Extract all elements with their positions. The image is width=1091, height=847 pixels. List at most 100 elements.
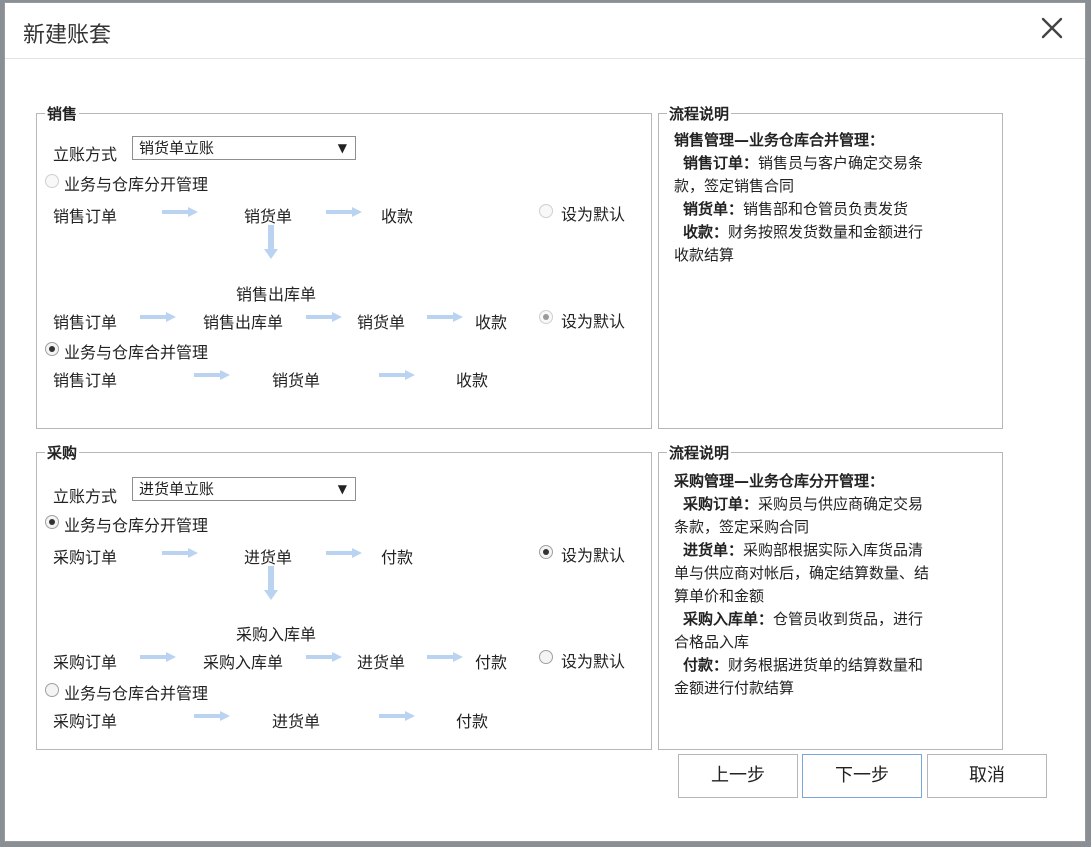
- sales-default-radio-2[interactable]: [539, 310, 553, 324]
- sales-note-text: 销售管理—业务仓库合并管理： 销售订单：销售员与客户确定交易条 款，签定销售合同…: [674, 129, 992, 267]
- note-desc: 算单价和金额: [674, 587, 765, 605]
- set-default-label: 设为默认: [561, 205, 626, 224]
- flow-step: 销售订单: [53, 371, 118, 390]
- note-line: 进货单：采购部根据实际入库货品清: [674, 539, 994, 562]
- note-desc: 财务按照发货数量和金额进行: [728, 223, 924, 241]
- note-desc: 金额进行付款结算: [674, 679, 795, 697]
- purchase-method-select[interactable]: 进货单立账 ▼: [132, 477, 356, 501]
- note-desc: 单与供应商对帐后，确定结算数量、结: [674, 564, 930, 582]
- sales-note-legend: 流程说明: [669, 105, 730, 123]
- flow-step: 付款: [381, 548, 414, 567]
- flow-step: 进货单: [357, 653, 406, 672]
- prev-step-button[interactable]: 上一步: [678, 754, 798, 798]
- note-line: 采购订单：采购员与供应商确定交易: [674, 493, 994, 516]
- flow-arrow-icon: [140, 312, 176, 322]
- purchase-merged-label: 业务与仓库合并管理: [64, 684, 209, 703]
- sales-legend: 销售: [47, 105, 78, 123]
- purchase-method-value: 进货单立账: [139, 480, 215, 498]
- note-term: 采购订单：: [683, 495, 759, 513]
- note-line: 收款结算: [674, 244, 992, 267]
- note-heading: 销售管理—业务仓库合并管理：: [674, 131, 885, 149]
- flow-step: 进货单: [272, 712, 321, 731]
- purchase-default-radio-1[interactable]: [539, 545, 553, 559]
- purchase-separate-radio[interactable]: [45, 515, 59, 529]
- sales-method-select[interactable]: 销货单立账 ▼: [132, 136, 356, 160]
- note-line: 销货单：销售部和仓管员负责发货: [674, 198, 992, 221]
- new-account-dialog: 新建账套 销售 立账方式 销货单立账 ▼ 业务与仓库分开管理 销售订单 销货单 …: [4, 2, 1086, 842]
- note-term: 销售订单：: [683, 154, 759, 172]
- flow-step: 采购订单: [53, 712, 118, 731]
- flow-step: 销售订单: [53, 207, 118, 226]
- note-term: 进货单：: [683, 541, 744, 559]
- dropdown-arrow-icon: ▼: [337, 141, 347, 155]
- note-line: 单与供应商对帐后，确定结算数量、结: [674, 562, 994, 585]
- flow-arrow-icon: [194, 711, 230, 721]
- flow-arrow-icon: [162, 207, 198, 217]
- sales-method-label: 立账方式: [53, 145, 118, 164]
- note-heading: 采购管理—业务仓库分开管理：: [674, 472, 885, 490]
- sales-merged-label: 业务与仓库合并管理: [64, 343, 209, 362]
- note-desc: 销售部和仓管员负责发货: [743, 200, 909, 218]
- dropdown-arrow-icon: ▼: [337, 482, 347, 496]
- purchase-note-legend: 流程说明: [669, 444, 730, 462]
- flow-step: 采购订单: [53, 548, 118, 567]
- sales-method-value: 销货单立账: [139, 139, 215, 157]
- dialog-title: 新建账套: [23, 23, 112, 48]
- flow-arrow-icon: [140, 652, 176, 662]
- sales-merged-radio[interactable]: [45, 342, 59, 356]
- purchase-separate-label: 业务与仓库分开管理: [64, 516, 209, 535]
- dialog-titlebar: 新建账套: [5, 3, 1085, 59]
- note-term: 销货单：: [683, 200, 744, 218]
- flow-down-arrow-icon: [264, 566, 278, 600]
- flow-arrow-icon: [427, 312, 463, 322]
- note-line: 条款，签定采购合同: [674, 516, 994, 539]
- note-desc: 款，签定销售合同: [674, 177, 795, 195]
- note-line: 采购入库单：仓管员收到货品，进行: [674, 608, 994, 631]
- flow-step: 采购订单: [53, 653, 118, 672]
- sales-default-radio-1[interactable]: [539, 204, 553, 218]
- note-desc: 仓管员收到货品，进行: [773, 610, 924, 628]
- close-icon[interactable]: [1039, 15, 1065, 41]
- purchase-method-label: 立账方式: [53, 487, 118, 506]
- flow-step: 销售出库单: [236, 285, 317, 304]
- note-line: 付款：财务根据进货单的结算数量和: [674, 654, 994, 677]
- note-desc: 收款结算: [674, 246, 735, 264]
- flow-step: 进货单: [244, 548, 293, 567]
- flow-step: 销货单: [244, 207, 293, 226]
- note-desc: 采购部根据实际入库货品清: [743, 541, 924, 559]
- flow-arrow-icon: [162, 548, 198, 558]
- flow-step: 付款: [475, 653, 508, 672]
- flow-arrow-icon: [306, 312, 342, 322]
- purchase-merged-radio[interactable]: [45, 683, 59, 697]
- purchase-default-radio-2[interactable]: [539, 650, 553, 664]
- note-desc: 条款，签定采购合同: [674, 518, 810, 536]
- flow-arrow-icon: [379, 711, 415, 721]
- flow-step: 销售订单: [53, 313, 118, 332]
- cancel-button[interactable]: 取消: [927, 754, 1047, 798]
- flow-step: 销货单: [357, 313, 406, 332]
- purchase-legend: 采购: [47, 444, 78, 462]
- set-default-label: 设为默认: [561, 652, 626, 671]
- flow-step: 收款: [456, 371, 489, 390]
- note-desc: 财务根据进货单的结算数量和: [728, 656, 924, 674]
- flow-arrow-icon: [306, 652, 342, 662]
- note-line: 款，签定销售合同: [674, 175, 992, 198]
- note-line: 算单价和金额: [674, 585, 994, 608]
- sales-separate-radio[interactable]: [45, 174, 59, 188]
- flow-arrow-icon: [326, 548, 362, 558]
- next-step-button[interactable]: 下一步: [802, 754, 922, 798]
- flow-arrow-icon: [194, 370, 230, 380]
- note-line: 收款：财务按照发货数量和金额进行: [674, 221, 992, 244]
- flow-step: 采购入库单: [236, 625, 317, 644]
- flow-step: 采购入库单: [203, 653, 284, 672]
- flow-down-arrow-icon: [264, 225, 278, 259]
- sales-separate-label: 业务与仓库分开管理: [64, 175, 209, 194]
- flow-arrow-icon: [427, 652, 463, 662]
- note-line: 金额进行付款结算: [674, 677, 994, 700]
- set-default-label: 设为默认: [561, 312, 626, 331]
- flow-step: 收款: [381, 207, 414, 226]
- flow-arrow-icon: [326, 207, 362, 217]
- note-line: 合格品入库: [674, 631, 994, 654]
- flow-step: 付款: [456, 712, 489, 731]
- purchase-note-text: 采购管理—业务仓库分开管理： 采购订单：采购员与供应商确定交易 条款，签定采购合…: [674, 470, 994, 700]
